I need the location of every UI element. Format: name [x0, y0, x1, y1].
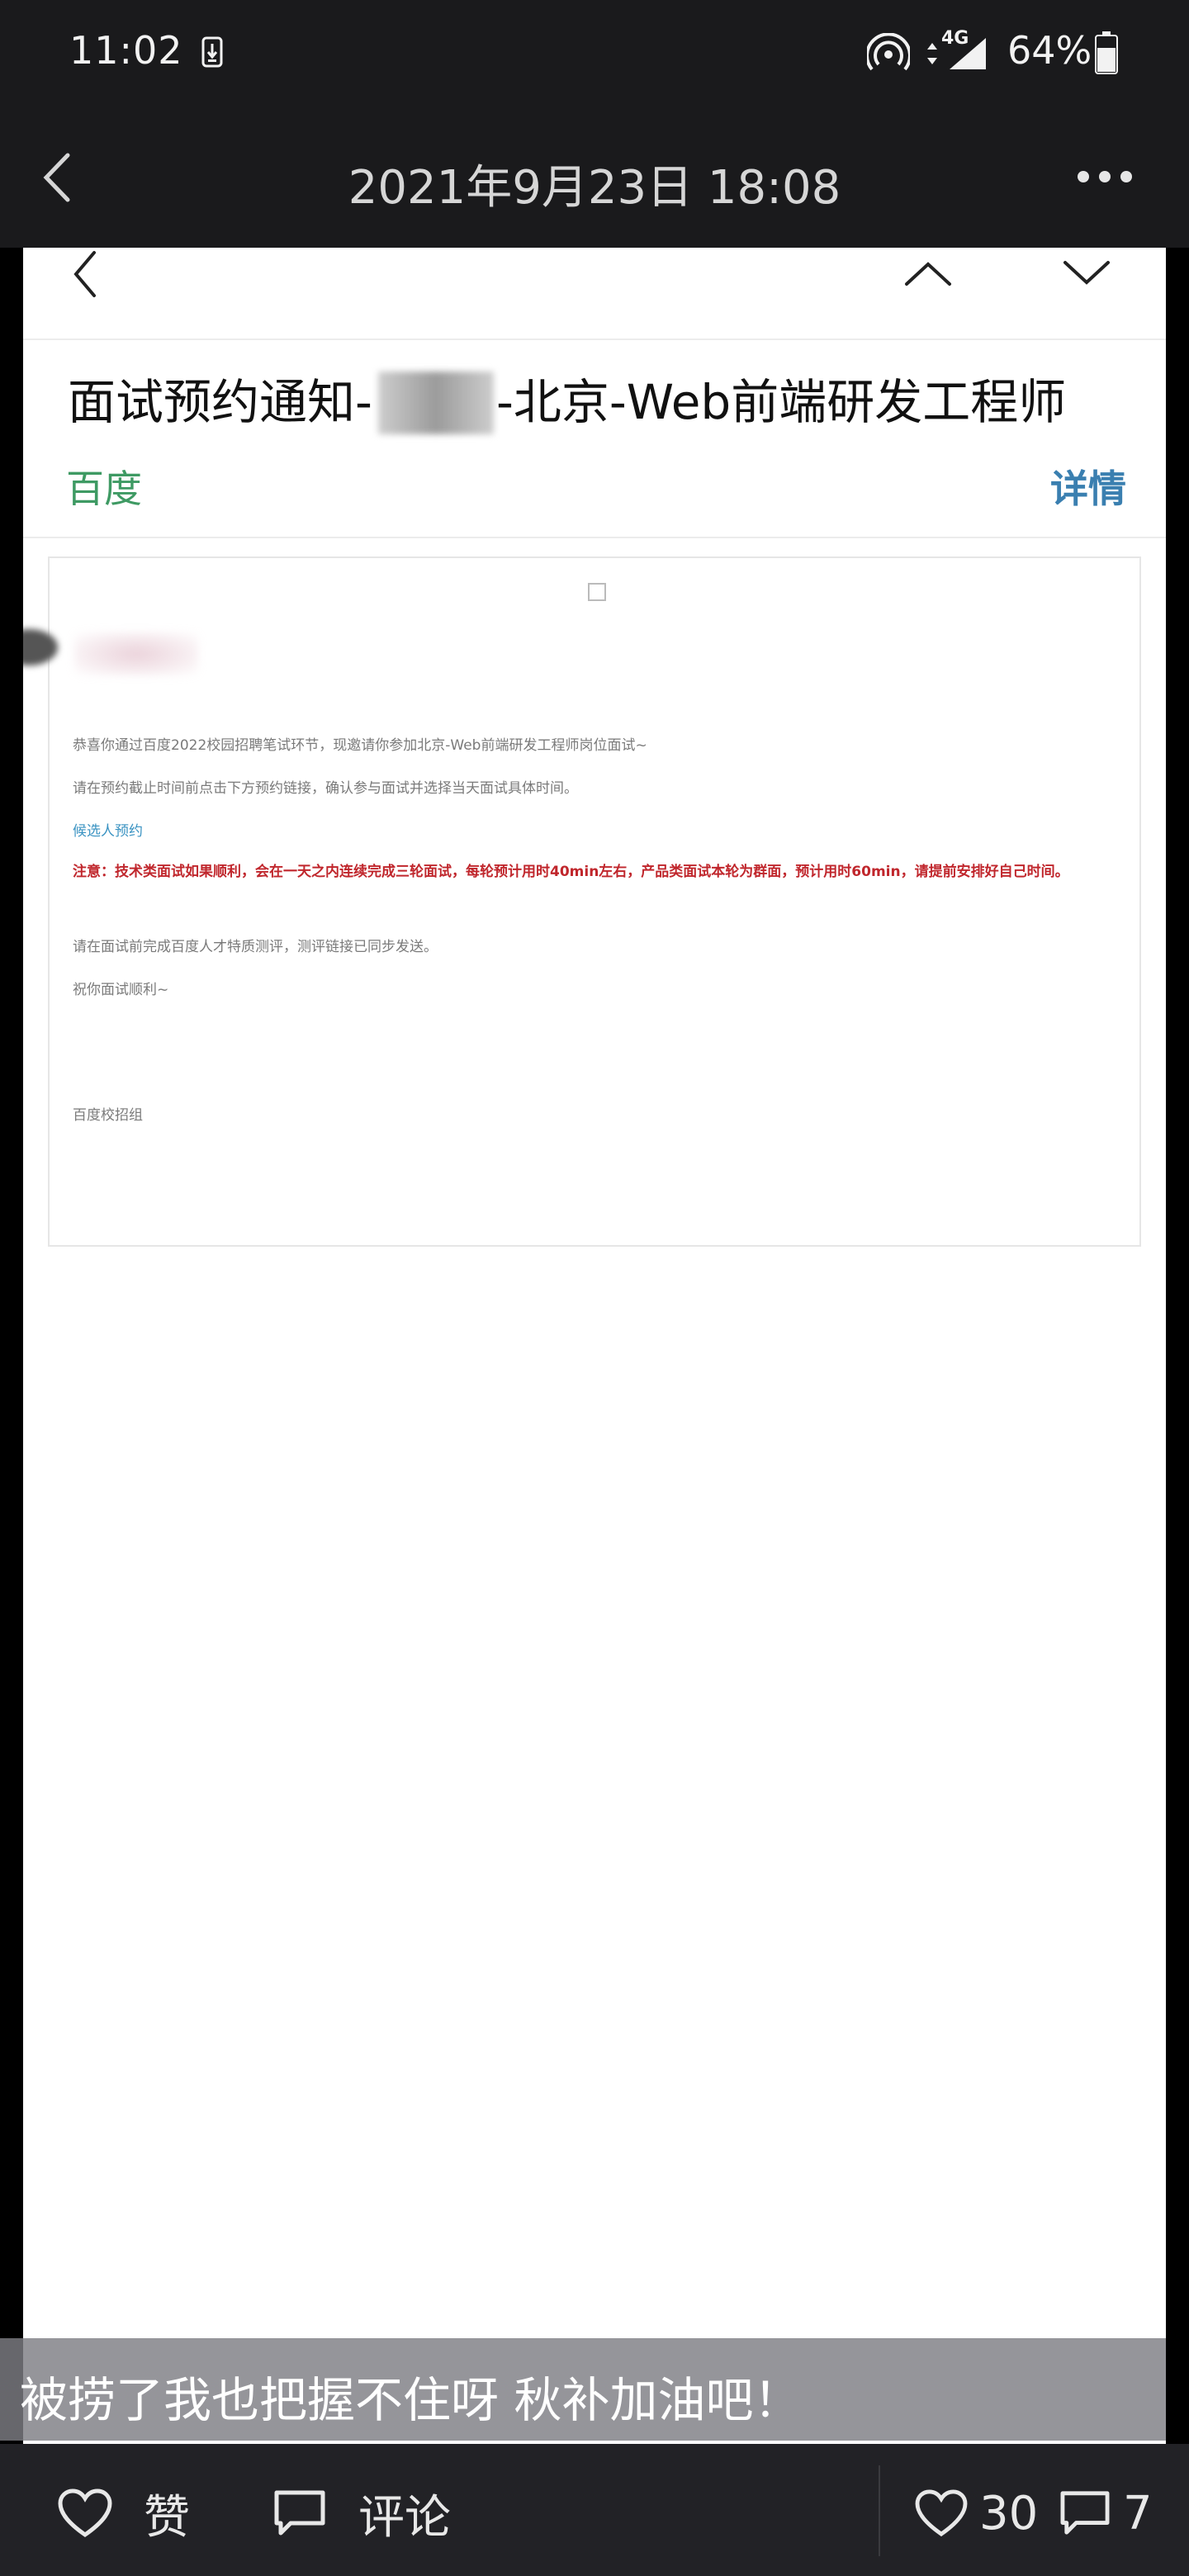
post-date-title: 2021年9月23日 18:08	[348, 161, 841, 215]
like-button[interactable]: 赞	[58, 2480, 190, 2546]
mail-body-line: 祝你面试顺利~	[73, 982, 169, 998]
bottom-action-bar: 赞 评论 30 7	[0, 2444, 1189, 2576]
heart-icon	[915, 2489, 968, 2537]
signal-icon	[950, 38, 986, 69]
redaction-blur	[378, 372, 494, 434]
heart-icon	[58, 2488, 112, 2538]
redacted-logo	[74, 632, 198, 675]
status-time: 11:02	[69, 28, 183, 73]
like-count-value: 30	[979, 2486, 1039, 2540]
status-bar: 11:02 4G 64%	[0, 0, 1189, 107]
top-nav-bar: 2021年9月23日 18:08	[0, 107, 1189, 248]
post-caption-bar: 被捞了我也把握不住呀 秋补加油吧！	[0, 2338, 1166, 2441]
like-label: 赞	[144, 2490, 190, 2545]
mail-details-link: 详情	[1050, 466, 1126, 511]
chevron-down-icon	[1063, 261, 1110, 285]
mail-body-line: 请在预约截止时间前点击下方预约链接，确认参与面试并选择当天面试具体时间。	[73, 780, 578, 797]
broken-image-icon	[588, 583, 606, 601]
chevron-up-icon	[905, 262, 951, 286]
mail-subject: 面试预约通知- -北京-Web前端研发工程师	[68, 363, 1066, 433]
divider	[879, 2465, 880, 2556]
comment-count-value: 7	[1123, 2486, 1153, 2540]
comment-count[interactable]: 7	[1059, 2480, 1153, 2546]
post-caption: 被捞了我也把握不住呀 秋补加油吧！	[20, 2372, 802, 2428]
candidate-booking-link: 候选人预约	[73, 823, 143, 840]
subject-suffix: -北京-Web前端研发工程师	[495, 374, 1067, 430]
mail-body-line: 恭喜你通过百度2022校园招聘笔试环节，现邀请你参加北京-Web前端研发工程师岗…	[73, 737, 647, 754]
battery-icon	[1095, 31, 1118, 74]
subject-prefix: 面试预约通知-	[68, 374, 372, 430]
mail-signature: 百度校招组	[73, 1107, 143, 1124]
battery-percent: 64%	[1007, 28, 1092, 73]
mail-toolbar	[23, 248, 1166, 340]
mail-body-line: 请在面试前完成百度人才特质测评，测评链接已同步发送。	[73, 939, 438, 955]
redaction-blob	[23, 629, 58, 665]
comment-icon	[1060, 2491, 1110, 2535]
post-image[interactable]: 面试预约通知- -北京-Web前端研发工程师 百度 详情 恭喜你通过百度2022校…	[23, 248, 1166, 2444]
comment-label: 评论	[358, 2490, 451, 2545]
mail-back-icon	[73, 251, 96, 297]
more-options-icon[interactable]	[1073, 167, 1136, 187]
divider	[23, 537, 1166, 538]
data-arrows-icon	[927, 43, 937, 64]
hotspot-icon	[867, 33, 910, 71]
mail-sender: 百度	[66, 466, 142, 511]
download-notification-icon	[201, 36, 223, 68]
mail-body-card: 恭喜你通过百度2022校园招聘笔试环节，现邀请你参加北京-Web前端研发工程师岗…	[23, 556, 1141, 1247]
comment-button[interactable]: 评论	[272, 2480, 451, 2546]
mail-notice: 注意：技术类面试如果顺利，会在一天之内连续完成三轮面试，每轮预计用时40min左…	[73, 864, 1069, 880]
like-count[interactable]: 30	[915, 2480, 1038, 2546]
comment-icon	[274, 2490, 325, 2536]
